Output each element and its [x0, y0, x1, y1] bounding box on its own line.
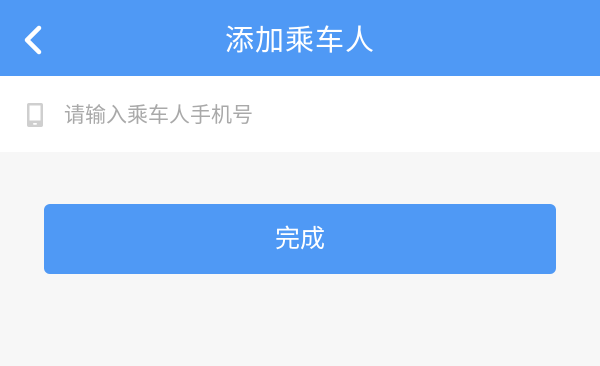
phone-number-input[interactable]: [64, 96, 564, 134]
page-title: 添加乘车人: [224, 23, 375, 57]
done-button[interactable]: 完成: [44, 204, 556, 274]
mobile-phone-icon: [26, 102, 44, 128]
header-bar: 添加乘车人: [0, 0, 600, 76]
